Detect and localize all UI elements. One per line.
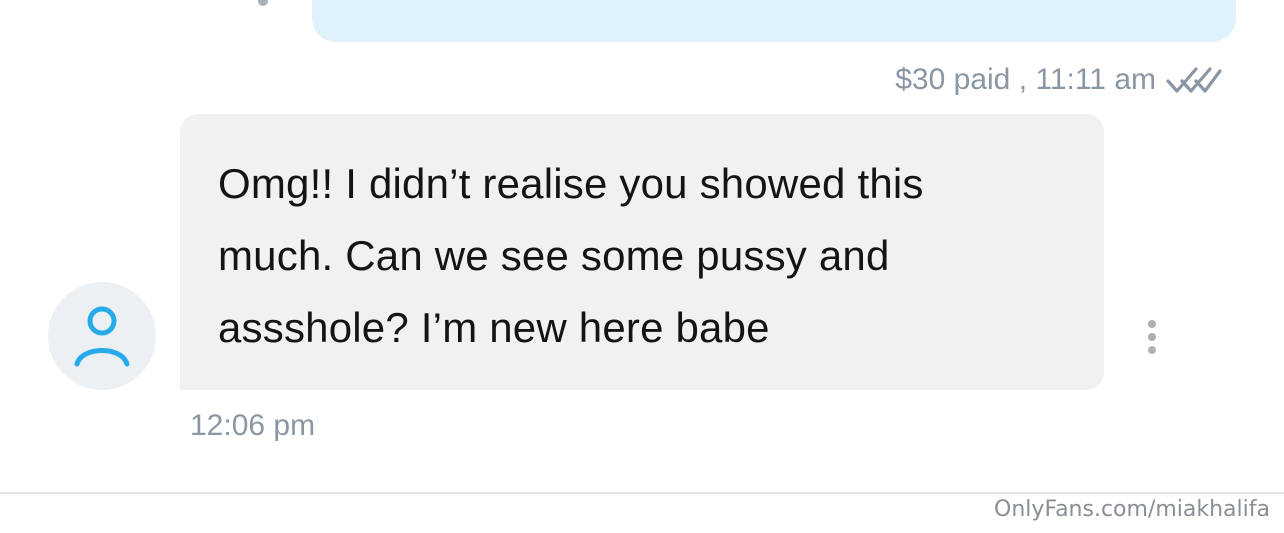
more-vertical-icon[interactable]	[1144, 318, 1160, 356]
received-message-time: 12:06 pm	[190, 409, 316, 442]
divider	[0, 492, 1284, 494]
watermark: OnlyFans.com/miakhalifa	[994, 497, 1270, 522]
message-text: Omg!! I didn’t realise you showed this m…	[218, 160, 924, 351]
received-message-bubble[interactable]: Omg!! I didn’t realise you showed this m…	[180, 114, 1104, 390]
previous-message-menu-icon[interactable]	[258, 0, 268, 6]
sent-message-meta: $30 paid , 11:11 am	[895, 60, 1222, 100]
avatar[interactable]	[48, 282, 156, 390]
double-check-icon	[1166, 63, 1222, 97]
sent-message-price-time: $30 paid , 11:11 am	[895, 63, 1156, 96]
user-icon	[74, 306, 130, 367]
sent-message-bubble[interactable]	[312, 0, 1236, 42]
